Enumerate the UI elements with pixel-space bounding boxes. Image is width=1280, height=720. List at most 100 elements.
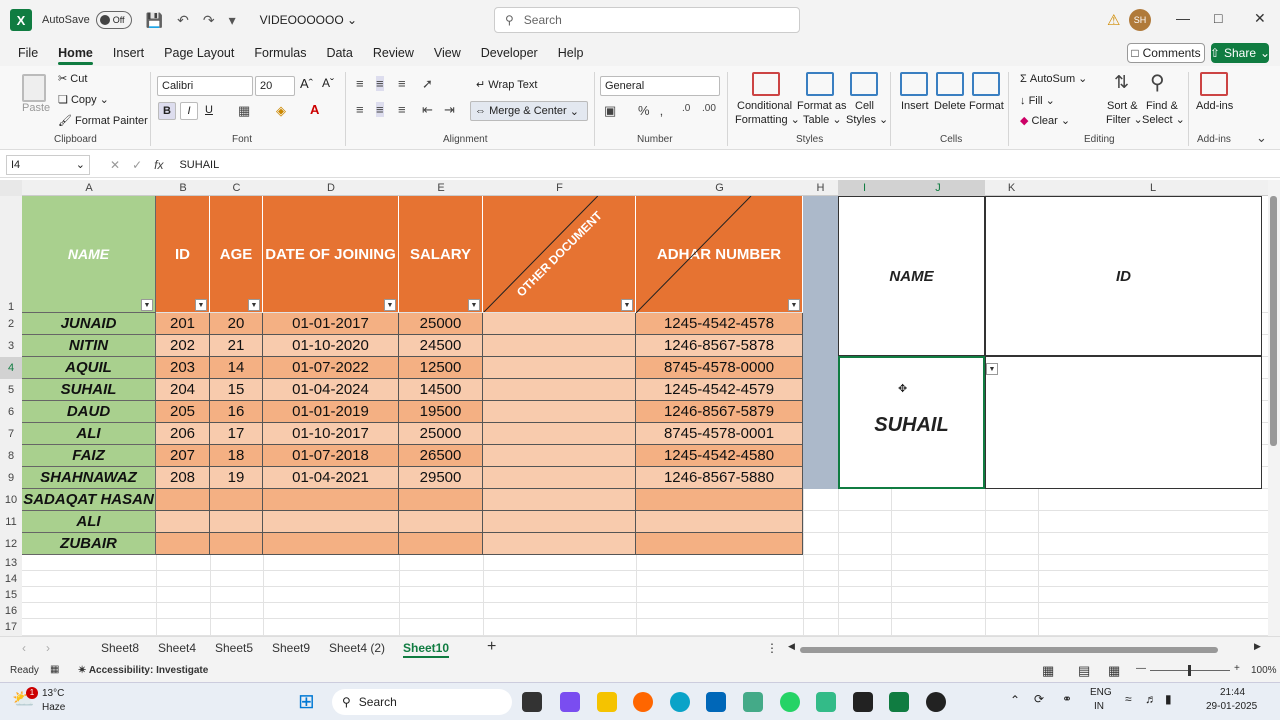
add-ins-button[interactable]: Add-ins (1196, 100, 1233, 112)
row-header-15[interactable]: 15 (0, 587, 22, 603)
cell-styles-icon[interactable] (850, 72, 878, 96)
find-select-line2[interactable]: Select ⌄ (1142, 113, 1185, 126)
paste-icon[interactable] (22, 74, 46, 102)
zoom-out-icon[interactable]: — (1136, 663, 1146, 674)
table-cell[interactable] (263, 533, 399, 555)
task-view-icon[interactable] (522, 692, 542, 712)
table-cell[interactable]: 208 (156, 467, 210, 489)
table-cell[interactable]: 1245-4542-4579 (636, 379, 803, 401)
table-header-cell[interactable]: DATE OF JOINING ▼ (263, 196, 399, 313)
filter-dropdown-icon[interactable]: ▼ (195, 299, 207, 311)
align-left-icon[interactable]: ≡ (356, 102, 364, 117)
table-cell[interactable]: 204 (156, 379, 210, 401)
format-cells-button[interactable]: Format (969, 100, 1004, 112)
normal-view-icon[interactable]: ▦ (1042, 663, 1054, 679)
table-cell[interactable]: 01-07-2018 (263, 445, 399, 467)
menu-home[interactable]: Home (48, 40, 103, 66)
add-sheet-icon[interactable]: + (487, 638, 496, 656)
menu-help[interactable]: Help (548, 40, 594, 66)
conditional-formatting-icon[interactable] (752, 72, 780, 96)
column-header-C[interactable]: C (210, 180, 263, 196)
row-header-9[interactable]: 9 (0, 467, 22, 489)
row-header-17[interactable]: 17 (0, 619, 22, 636)
app-icon[interactable] (743, 692, 763, 712)
zoom-level[interactable]: 100% (1251, 665, 1277, 676)
delete-cells-button[interactable]: Delete (934, 100, 966, 112)
table-cell[interactable] (210, 533, 263, 555)
table-cell[interactable]: 14500 (399, 379, 483, 401)
table-cell[interactable] (483, 489, 636, 511)
row-header-2[interactable]: 2 (0, 313, 22, 335)
table-header-cell[interactable]: NAME ▼ (22, 196, 156, 313)
format-painter-button[interactable]: 🖌 Format Painter (58, 114, 148, 127)
page-layout-view-icon[interactable]: ▤ (1078, 663, 1090, 679)
column-header-G[interactable]: G (636, 180, 803, 196)
table-cell[interactable]: 17 (210, 423, 263, 445)
table-cell[interactable]: 16 (210, 401, 263, 423)
table-cell[interactable]: SUHAIL (22, 379, 156, 401)
firefox-icon[interactable] (633, 692, 653, 712)
table-cell[interactable] (263, 511, 399, 533)
align-middle-icon[interactable]: ≡ (376, 76, 384, 91)
formula-input[interactable]: SUHAIL (179, 159, 219, 171)
percent-icon[interactable]: % (638, 103, 650, 118)
filter-dropdown-icon[interactable]: ▼ (788, 299, 800, 311)
lookup-id-result[interactable] (985, 356, 1262, 489)
table-cell[interactable]: 1245-4542-4578 (636, 313, 803, 335)
scroll-right-icon[interactable]: ▶ (1254, 641, 1261, 652)
row-header-12[interactable]: 12 (0, 533, 22, 555)
sort-filter-line2[interactable]: Filter ⌄ (1106, 113, 1143, 126)
table-cell[interactable]: 205 (156, 401, 210, 423)
row-header-3[interactable]: 3 (0, 335, 22, 357)
close-icon[interactable]: ✕ (1254, 10, 1266, 27)
menu-formulas[interactable]: Formulas (244, 40, 316, 66)
format-as-table-line2[interactable]: Table ⌄ (803, 113, 842, 126)
table-cell[interactable] (399, 533, 483, 555)
menu-file[interactable]: File (8, 40, 48, 66)
bold-button[interactable]: B (158, 102, 176, 120)
column-header-B[interactable]: B (156, 180, 210, 196)
whatsapp-icon[interactable] (780, 692, 800, 712)
store-icon[interactable] (706, 692, 726, 712)
search-box[interactable]: ⚲ Search (494, 7, 800, 33)
table-cell[interactable] (636, 489, 803, 511)
column-header-A[interactable]: A (22, 180, 156, 196)
table-cell[interactable]: FAIZ (22, 445, 156, 467)
sort-filter-line1[interactable]: Sort & (1107, 100, 1138, 112)
maximize-icon[interactable]: □ (1214, 10, 1222, 26)
table-cell[interactable] (483, 467, 636, 489)
tray-overflow-icon[interactable]: ⌃ (1010, 693, 1020, 707)
table-cell[interactable]: ALI (22, 423, 156, 445)
language-code[interactable]: ENG (1090, 687, 1112, 698)
table-cell[interactable]: ALI (22, 511, 156, 533)
insert-cells-button[interactable]: Insert (901, 100, 929, 112)
table-cell[interactable] (156, 489, 210, 511)
table-cell[interactable]: 1246-8567-5878 (636, 335, 803, 357)
italic-button[interactable]: I (180, 102, 198, 120)
comments-button[interactable]: □ Comments (1127, 43, 1205, 63)
font-color-icon[interactable]: A (310, 102, 319, 117)
sheet-tab[interactable]: Sheet5 (215, 641, 253, 655)
table-cell[interactable] (483, 423, 636, 445)
table-cell[interactable]: 18 (210, 445, 263, 467)
align-center-icon[interactable]: ≡ (376, 102, 384, 117)
column-header-I[interactable]: I (838, 180, 891, 196)
table-cell[interactable] (483, 401, 636, 423)
autosave-toggle[interactable]: Off (95, 11, 132, 29)
table-cell[interactable] (263, 489, 399, 511)
paste-button[interactable]: Paste (22, 102, 50, 114)
find-select-line1[interactable]: Find & (1146, 100, 1178, 112)
table-cell[interactable]: 12500 (399, 357, 483, 379)
table-cell[interactable]: ZUBAIR (22, 533, 156, 555)
table-cell[interactable]: 202 (156, 335, 210, 357)
table-cell[interactable]: 01-07-2022 (263, 357, 399, 379)
fill-color-icon[interactable]: ◈ (276, 103, 286, 119)
insert-cells-icon[interactable] (900, 72, 928, 96)
row-header-8[interactable]: 8 (0, 445, 22, 467)
column-header-L[interactable]: L (1038, 180, 1268, 196)
merge-center-button[interactable]: ⇔ Merge & Center ⌄ (470, 101, 588, 121)
minimize-icon[interactable]: — (1176, 10, 1190, 26)
avatar[interactable]: SH (1129, 9, 1151, 31)
table-cell[interactable]: 25000 (399, 423, 483, 445)
row-header-7[interactable]: 7 (0, 423, 22, 445)
